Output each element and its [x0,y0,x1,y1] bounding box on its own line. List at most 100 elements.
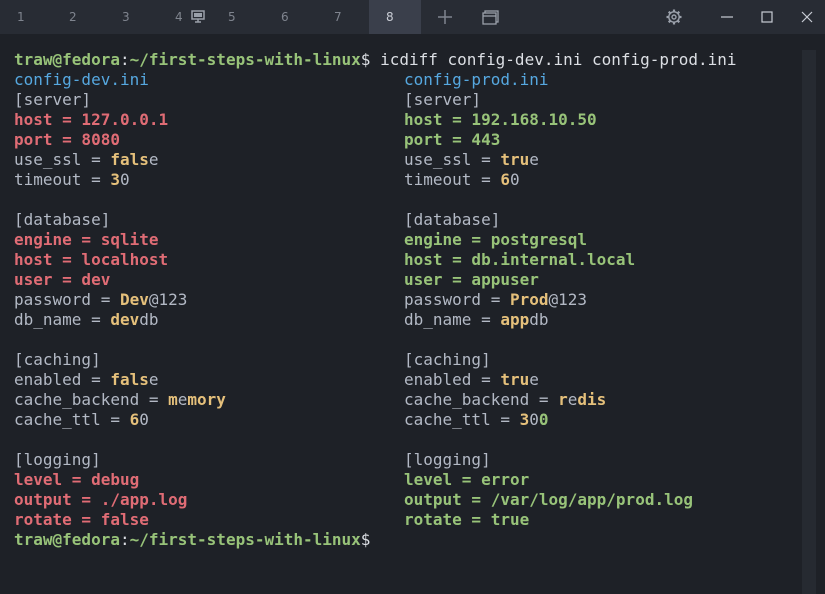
left-diff-text: host = localhost [14,250,168,270]
diff-segment: [database] [14,210,111,229]
tab-label: 2 [69,10,77,24]
diff-segment: Prod [509,290,549,309]
tab-overview-button[interactable] [470,0,510,34]
tab-2[interactable]: 2 [52,0,104,34]
diff-segment: 3 [519,410,530,429]
right-diff-text: engine = postgresql [404,230,587,250]
tab-label: 7 [334,10,342,24]
minimize-button[interactable] [707,0,747,34]
tab-1[interactable]: 1 [0,0,52,34]
left-diff-text: timeout = 30 [14,170,130,190]
prompt-path: ~/first-steps-with-linux [129,50,361,69]
diff-segment: e [148,370,159,389]
right-diff-text: cache_ttl = 300 [404,410,549,430]
settings-button[interactable] [654,0,694,34]
tab-label: 5 [228,10,236,24]
tab-label: 3 [122,10,130,24]
prompt-colon: : [119,530,130,549]
diff-segment: db_name = [14,310,111,329]
left-diff-text: cache_backend = memory [14,390,226,410]
tab-8[interactable]: 8 [369,0,421,34]
prompt-dollar: $ [360,50,371,69]
diff-segment: app [500,310,530,329]
maximize-button[interactable] [747,0,787,34]
scrollbar[interactable] [802,50,816,594]
diff-row: [server] [server] [0,90,802,110]
diff-segment: 0 [529,410,539,429]
diff-segment: [caching] [14,350,101,369]
diff-segment: user = appuser [404,270,539,289]
final-prompt-line: traw@fedora:~/first-steps-with-linux$ [0,530,802,550]
left-diff-text: port = 8080 [14,130,120,150]
diff-segment: dis [577,390,607,409]
diff-segment: host = 127.0.0.1 [14,110,169,129]
prompt-user-host: traw@fedora [14,530,120,549]
left-diff-text: [logging] [14,450,101,470]
diff-row: timeout = 30 timeout = 60 [0,170,802,190]
diff-segment: [logging] [404,450,491,469]
diff-segment: output = ./app.log [14,490,188,509]
diff-segment: cache_ttl = [14,410,130,429]
left-diff-text: host = 127.0.0.1 [14,110,168,130]
prompt-path: ~/first-steps-with-linux [129,530,361,549]
diff-row: user = dev user = appuser [0,270,802,290]
diff-row: port = 8080 port = 443 [0,130,802,150]
left-diff-text: level = debug [14,470,139,490]
diff-row: db_name = devdb db_name = appdb [0,310,802,330]
diff-row: use_ssl = false use_ssl = true [0,150,802,170]
diff-segment: @123 [148,290,188,309]
terminal-output[interactable]: traw@fedora:~/first-steps-with-linux$ ic… [0,34,802,594]
right-diff-text: host = 192.168.10.50 [404,110,597,130]
diff-row: enabled = false enabled = true [0,370,802,390]
diff-segment: e [529,370,539,389]
diff-segment: db [529,310,549,329]
diff-segment: host = db.internal.local [404,250,636,269]
tab-3[interactable]: 3 [105,0,157,34]
tab-4[interactable]: 4 [158,0,210,34]
diff-segment: fals [110,150,149,169]
diff-segment: user = dev [14,270,111,289]
diff-segment: level = debug [14,470,140,489]
diff-segment: 3 [110,170,120,189]
tab-5[interactable]: 5 [211,0,263,34]
diff-segment: [logging] [14,450,101,469]
diff-row: rotate = false rotate = true [0,510,802,530]
minimize-icon [721,16,733,18]
diff-segment: host = 192.168.10.50 [404,110,597,129]
diff-segment: m [168,390,178,409]
new-tab-button[interactable] [425,0,465,34]
prompt-user-host: traw@fedora [14,50,120,69]
diff-file-headers: config-dev.ini config-prod.ini [0,70,802,90]
diff-segment: e [177,390,188,409]
diff-row [0,330,802,350]
diff-segment: rotate = false [14,510,149,529]
diff-segment: 0 [119,170,130,189]
left-diff-text: db_name = devdb [14,310,159,330]
diff-segment: level = error [404,470,530,489]
left-diff-text: cache_ttl = 60 [14,410,149,430]
prompt-dollar: $ [360,530,371,549]
close-button[interactable] [787,0,825,34]
tab-6[interactable]: 6 [264,0,316,34]
diff-segment: enabled = [14,370,111,389]
diff-segment: output = /var/log/app/prod.log [404,490,693,509]
left-diff-text: [database] [14,210,110,230]
tab-7[interactable]: 7 [317,0,369,34]
tab-label: 8 [386,10,394,24]
right-diff-text: enabled = true [404,370,539,390]
diff-segment: tru [500,370,530,389]
diff-segment: e [148,150,159,169]
diff-row: host = localhost host = db.internal.local [0,250,802,270]
diff-segment: port = 443 [404,130,501,149]
maximize-icon [761,11,773,23]
diff-segment: cache_ttl = [404,410,520,429]
left-diff-text: rotate = false [14,510,149,530]
diff-segment: [server] [404,90,482,109]
left-diff-text: user = dev [14,270,110,290]
diff-segment: timeout = [14,170,111,189]
diff-row [0,190,802,210]
diff-segment: db_name = [404,310,501,329]
diff-segment: mory [187,390,226,409]
diff-row: cache_backend = memory cache_backend = re… [0,390,802,410]
diff-segment: 0 [538,410,549,429]
